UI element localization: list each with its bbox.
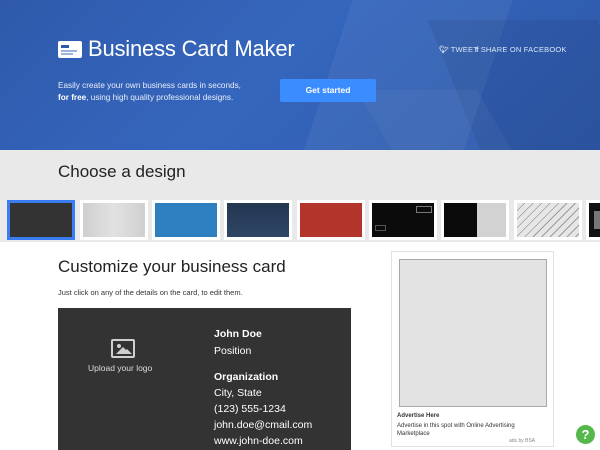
hero-tagline: Easily create your own business cards in… xyxy=(58,80,278,103)
design-thumbnail-black-partial[interactable] xyxy=(586,200,600,240)
brand-title[interactable]: Business Card Maker xyxy=(88,36,295,62)
help-question-icon[interactable]: ? xyxy=(576,425,595,444)
tweet-link[interactable]: 🐦︎ TWEET xyxy=(439,45,478,54)
business-card-logo-icon xyxy=(58,41,82,58)
design-thumbnail-black-gray-split[interactable] xyxy=(441,200,509,240)
ad-text: Advertise in this spot with Online Adver… xyxy=(397,423,515,437)
ad-image-placeholder[interactable] xyxy=(399,259,547,407)
hero-header: Business Card Maker 🐦︎ TWEET f SHARE ON … xyxy=(0,0,600,150)
design-thumbnail-diagonal-stripes[interactable] xyxy=(514,200,582,240)
facebook-share-label: SHARE ON FACEBOOK xyxy=(480,45,567,54)
tweet-label: TWEET xyxy=(450,45,478,54)
tagline-line2: , using high quality professional design… xyxy=(86,92,234,102)
customize-heading: Customize your business card xyxy=(58,257,286,276)
choose-design-heading: Choose a design xyxy=(58,162,186,181)
get-started-button[interactable]: Get started xyxy=(280,79,376,102)
card-website-field[interactable]: www.john-doe.com xyxy=(214,435,303,447)
facebook-icon: f xyxy=(476,45,479,54)
card-phone-field[interactable]: (123) 555-1234 xyxy=(214,403,286,415)
upload-logo-label[interactable]: Upload your logo xyxy=(88,363,152,373)
design-thumbnail-navy[interactable] xyxy=(224,200,292,240)
ad-attribution[interactable]: ads by BSA xyxy=(509,438,535,444)
design-thumbnail-light-gray[interactable] xyxy=(80,200,148,240)
facebook-share-link[interactable]: f SHARE ON FACEBOOK xyxy=(476,45,567,54)
design-thumbnail-blue[interactable] xyxy=(152,200,220,240)
ad-heading[interactable]: Advertise Here xyxy=(397,413,439,419)
card-name-field[interactable]: John Doe xyxy=(214,328,262,340)
design-thumbnail-red[interactable] xyxy=(297,200,365,240)
design-thumbnail-black-outlined[interactable] xyxy=(369,200,437,240)
card-city-state-field[interactable]: City, State xyxy=(214,387,262,399)
design-thumbnail-dark-charcoal[interactable] xyxy=(7,200,75,240)
card-organization-field[interactable]: Organization xyxy=(214,371,278,383)
card-position-field[interactable]: Position xyxy=(214,345,251,357)
card-email-field[interactable]: john.doe@cmail.com xyxy=(214,419,312,431)
image-upload-icon[interactable] xyxy=(111,339,135,358)
customize-instructions: Just click on any of the details on the … xyxy=(58,288,243,297)
twitter-bird-icon: 🐦︎ xyxy=(439,45,449,54)
tagline-bold: for free xyxy=(58,92,87,102)
tagline-line1: Easily create your own business cards in… xyxy=(58,81,241,90)
